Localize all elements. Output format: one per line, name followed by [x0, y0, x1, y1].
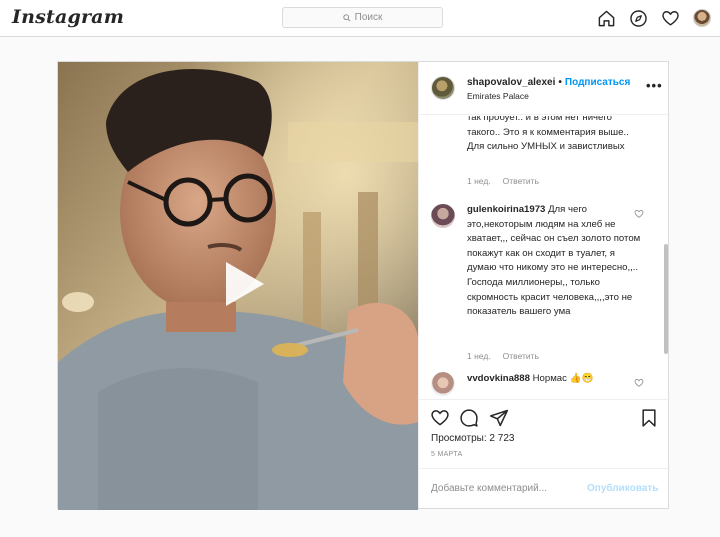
post-sidebar: shapovalov_alexei • Подписаться Emirates P…	[418, 62, 670, 508]
post-date: 5 МАРТА	[431, 451, 463, 458]
comment-meta: 1 нед. Ответить	[467, 176, 539, 186]
separator-dot: •	[558, 77, 562, 88]
reply-link[interactable]: Ответить	[503, 176, 539, 186]
video-player[interactable]	[58, 62, 418, 510]
heart-icon[interactable]	[660, 8, 680, 28]
search-input[interactable]: Поиск	[282, 7, 443, 28]
comment-icon[interactable]	[459, 408, 479, 428]
heart-icon[interactable]	[634, 378, 644, 388]
top-navigation-bar: Instagram Поиск	[0, 0, 720, 37]
comment-username[interactable]: vvdovkina888	[467, 373, 530, 384]
comments-scrollbar[interactable]	[664, 116, 668, 398]
comment-time: 1 нед.	[467, 351, 491, 361]
comment-item: vvdovkina888 Нормас 👍😁	[467, 372, 643, 387]
add-comment-bar: Добавьте комментарий... Опубликовать	[419, 468, 670, 508]
avatar[interactable]	[431, 76, 455, 100]
heart-icon[interactable]	[634, 209, 644, 219]
avatar[interactable]	[431, 372, 455, 396]
reply-link[interactable]: Ответить	[503, 351, 539, 361]
more-options-icon[interactable]: •••	[646, 78, 663, 93]
avatar[interactable]	[431, 204, 455, 228]
publish-button[interactable]: Опубликовать	[587, 483, 658, 494]
compass-icon[interactable]	[628, 8, 648, 28]
comment-text: Для чего это,некоторым людям на хлеб не …	[467, 204, 641, 318]
post-header: shapovalov_alexei • Подписаться Emirates P…	[419, 62, 670, 115]
comment-meta: 1 нед. Ответить	[467, 351, 539, 361]
home-icon[interactable]	[596, 8, 616, 28]
follow-button[interactable]: Подписаться	[565, 77, 630, 88]
nav-icons	[596, 8, 712, 28]
comment-text: Нормас 👍😁	[532, 373, 594, 384]
views-count: Просмотры: 2 723	[431, 433, 515, 444]
comment-time: 1 нед.	[467, 176, 491, 186]
username-link[interactable]: shapovalov_alexei	[467, 77, 555, 88]
send-icon[interactable]	[489, 408, 509, 428]
like-heart-icon[interactable]	[430, 408, 450, 428]
location-link[interactable]: Emirates Palace	[467, 91, 529, 101]
comment-input[interactable]: Добавьте комментарий...	[431, 483, 547, 494]
post-card: shapovalov_alexei • Подписаться Emirates P…	[57, 61, 670, 510]
comments-list[interactable]: так пробует.. и в этом нет ничего такого…	[419, 116, 670, 398]
post-author: shapovalov_alexei • Подписаться	[467, 77, 630, 88]
comment-item: gulenkoirina1973 Для чего это,некоторым …	[467, 203, 643, 320]
instagram-logo[interactable]: Instagram	[12, 6, 124, 28]
avatar	[693, 9, 711, 27]
comment-username[interactable]: gulenkoirina1973	[467, 204, 545, 215]
profile-avatar[interactable]	[692, 8, 712, 28]
comment-text: так пробует.. и в этом нет ничего такого…	[467, 116, 629, 153]
search-icon	[342, 13, 351, 22]
bookmark-icon[interactable]	[639, 408, 659, 428]
play-icon[interactable]	[216, 258, 268, 310]
scrollbar-thumb[interactable]	[664, 244, 668, 354]
search-placeholder: Поиск	[354, 12, 383, 23]
post-actions: Просмотры: 2 723 5 МАРТА	[419, 399, 670, 468]
